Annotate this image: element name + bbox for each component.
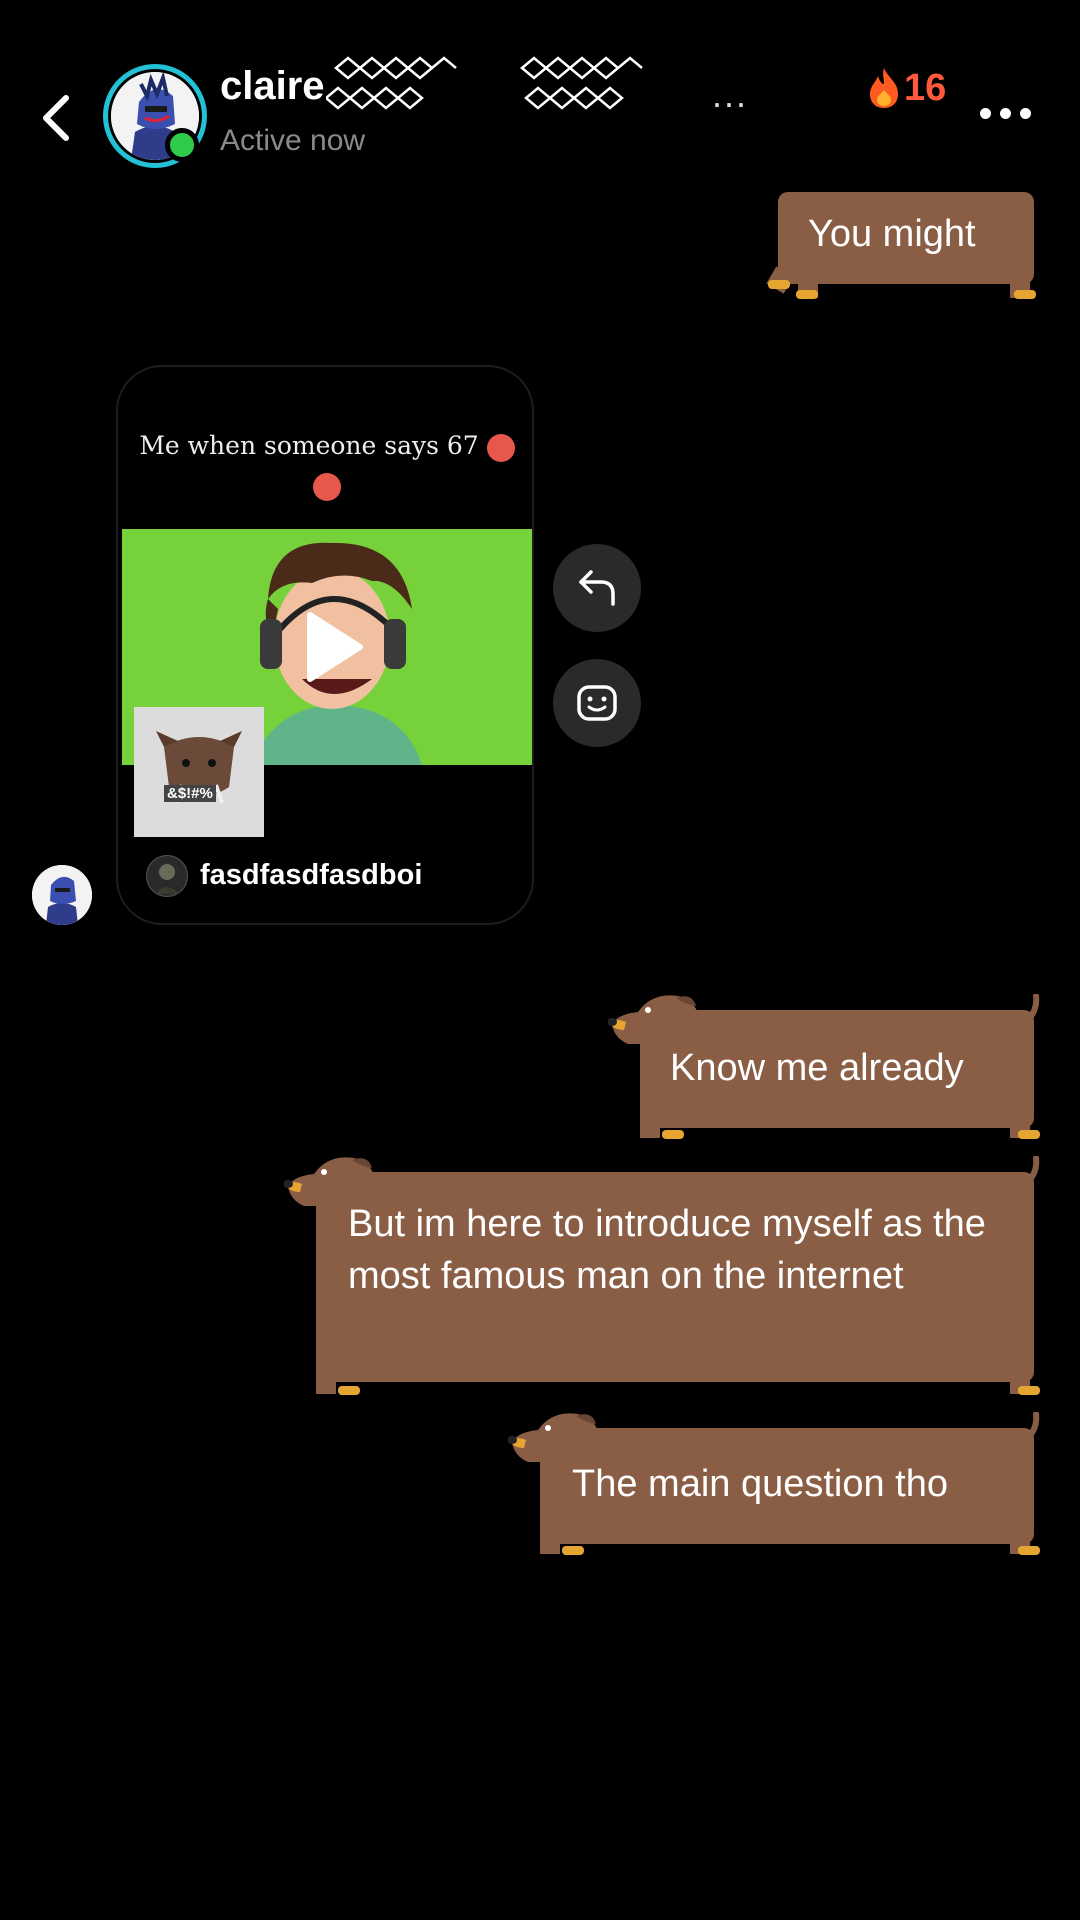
react-button[interactable] [553, 659, 641, 747]
dachshund-head-icon [608, 995, 700, 1044]
online-dot [165, 128, 199, 162]
message-bubble-sent[interactable]: The main question tho [540, 1428, 1034, 1544]
chat-screen: claire ... Active now 16 You might Me wh… [0, 0, 1080, 1920]
chevron-left-icon [43, 95, 69, 141]
contact-name[interactable]: claire [220, 64, 325, 109]
more-dot [1000, 108, 1011, 119]
dachshund-head-icon [284, 1157, 376, 1206]
message-text: You might [808, 213, 976, 255]
emoji-react-icon [577, 685, 617, 721]
dachshund-tail [1021, 1156, 1040, 1186]
shared-post-card[interactable]: Me when someone says 67 &$!#% fasdfasdfa… [116, 365, 534, 925]
post-author-name[interactable]: fasdfasdfasdboi [200, 859, 422, 892]
message-text: But im here to introduce myself as the m… [348, 1203, 986, 1297]
message-text: Know me already [670, 1047, 964, 1089]
message-text: The main question tho [572, 1463, 949, 1505]
streak-count: 16 [904, 66, 947, 109]
post-caption-text: Me when someone says 67 [139, 431, 479, 460]
fire-icon [870, 68, 898, 108]
sender-avatar[interactable] [32, 865, 92, 925]
dachshund-head-icon [508, 1413, 600, 1462]
more-dot [1020, 108, 1031, 119]
more-options-button[interactable] [980, 108, 1031, 119]
sticker-text: &$!#% [164, 785, 216, 802]
post-author-avatar[interactable] [146, 855, 188, 897]
active-status: Active now [220, 124, 366, 157]
streak-badge[interactable]: 16 [866, 66, 946, 110]
back-button[interactable] [34, 88, 82, 148]
play-icon[interactable] [302, 609, 366, 685]
dachshund-tail [1021, 1412, 1040, 1442]
name-decoration [326, 56, 643, 110]
dachshund-tail [1021, 994, 1040, 1024]
name-overflow: ... [712, 74, 749, 115]
reply-button[interactable] [553, 544, 641, 632]
chat-header: claire ... Active now 16 [0, 0, 1080, 180]
post-caption: Me when someone says 67 [118, 431, 532, 462]
message-bubble-sent[interactable]: But im here to introduce myself as the m… [316, 1172, 1034, 1382]
more-dot [980, 108, 991, 119]
reply-icon [579, 570, 615, 606]
angry-emoji-icon [486, 433, 515, 462]
message-bubble-sent[interactable]: You might [778, 192, 1034, 284]
angry-emoji-icon [313, 473, 341, 501]
post-sticker: &$!#% [134, 707, 264, 837]
